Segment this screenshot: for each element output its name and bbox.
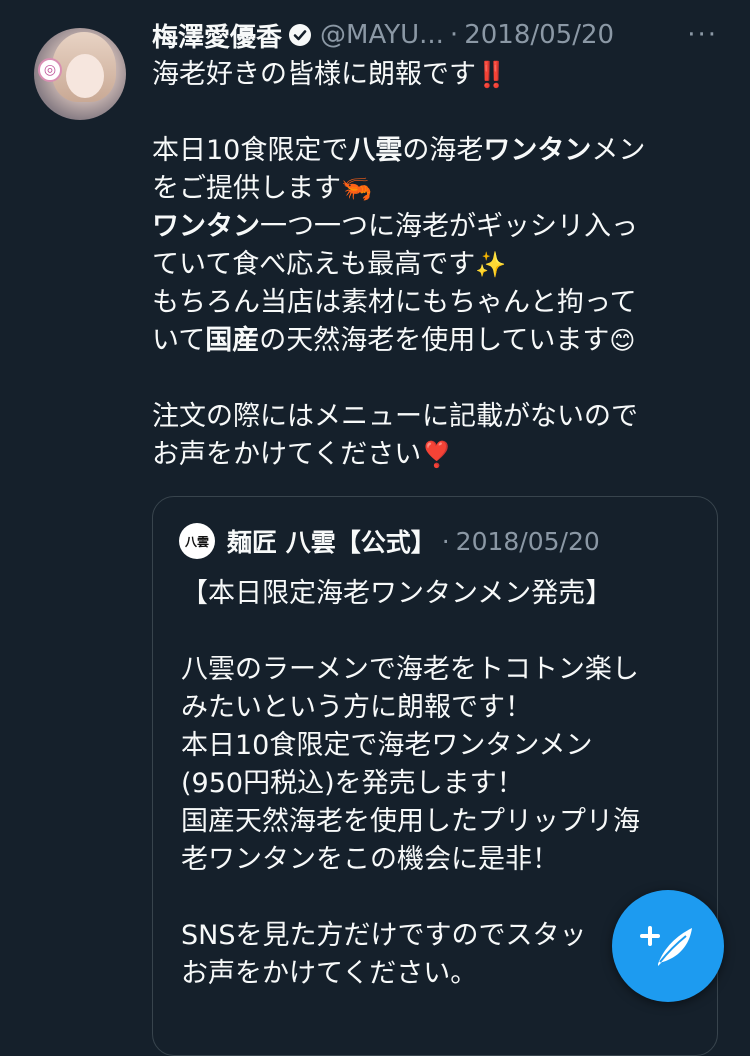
quoted-line: 国産天然海老を使用したプリップリ海 <box>181 806 640 837</box>
quoted-line: 【本日限定海老ワンタンメン発売】 <box>181 578 613 609</box>
sparkles-emoji: ✨ <box>475 250 507 279</box>
heart-exclamation-emoji: ❣️ <box>421 440 453 469</box>
quoted-author-avatar: 八雲 <box>179 523 215 559</box>
author-name[interactable]: 梅澤愛優香 <box>152 17 282 54</box>
compose-tweet-icon <box>640 926 692 966</box>
quoted-line: 老ワンタンをこの機会に是非！ <box>181 844 559 875</box>
tweet-line: ワンタン一つ一つに海老がギッシリ入っ <box>152 211 638 242</box>
quoted-header-separator: · <box>441 526 450 556</box>
shrimp-emoji: 🦐 <box>341 174 373 203</box>
tweet-line: 海老好きの皆様に朗報です‼️ <box>152 59 508 90</box>
tweet-date[interactable]: 2018/05/20 <box>464 20 614 50</box>
tweet-line: もちろん当店は素材にもちゃんと拘って <box>152 287 637 318</box>
verified-badge-icon <box>289 24 312 46</box>
tweet-line: いて国産の天然海老を使用しています😊 <box>152 325 636 356</box>
tweet-header: 梅澤愛優香 @MAYU... · 2018/05/20 ··· <box>152 12 742 58</box>
tweet-line: 注文の際にはメニューに記載がないので <box>152 401 638 432</box>
smiling-face-emoji: 😊 <box>609 326 636 355</box>
tweet-line: 本日10食限定で八雲の海老ワンタンメン <box>152 135 646 166</box>
double-exclamation-emoji: ‼️ <box>476 60 508 89</box>
avatar-face <box>66 54 104 98</box>
quoted-line: 本日10食限定で海老ワンタンメン <box>181 730 593 761</box>
tweet-line: お声をかけてください❣️ <box>152 439 453 470</box>
quoted-tweet-header: 八雲 麺匠 八雲【公式】 · 2018/05/20 <box>179 521 600 561</box>
author-avatar[interactable]: ◎ <box>34 28 126 120</box>
quoted-line: (950円税込)を発売します！ <box>181 768 524 799</box>
tweet-line: をご提供します🦐 <box>152 173 373 204</box>
header-separator: · <box>449 20 459 50</box>
compose-tweet-button[interactable] <box>612 890 724 1002</box>
quoted-author-name: 麺匠 八雲【公式】 <box>227 528 436 557</box>
quoted-line: 八雲のラーメンで海老をトコトン楽し <box>181 654 639 685</box>
quoted-tweet-date: 2018/05/20 <box>455 526 600 556</box>
author-handle[interactable]: @MAYU... <box>320 20 444 50</box>
more-options-icon[interactable]: ··· <box>687 20 718 50</box>
tweet-line: ていて食べ応えも最高です✨ <box>152 249 507 280</box>
naruto-badge-icon: ◎ <box>38 58 62 82</box>
tweet-body: 海老好きの皆様に朗報です‼️ 本日10食限定で八雲の海老ワンタンメン をご提供し… <box>152 56 722 474</box>
quoted-line: みたいという方に朗報です！ <box>181 692 532 723</box>
